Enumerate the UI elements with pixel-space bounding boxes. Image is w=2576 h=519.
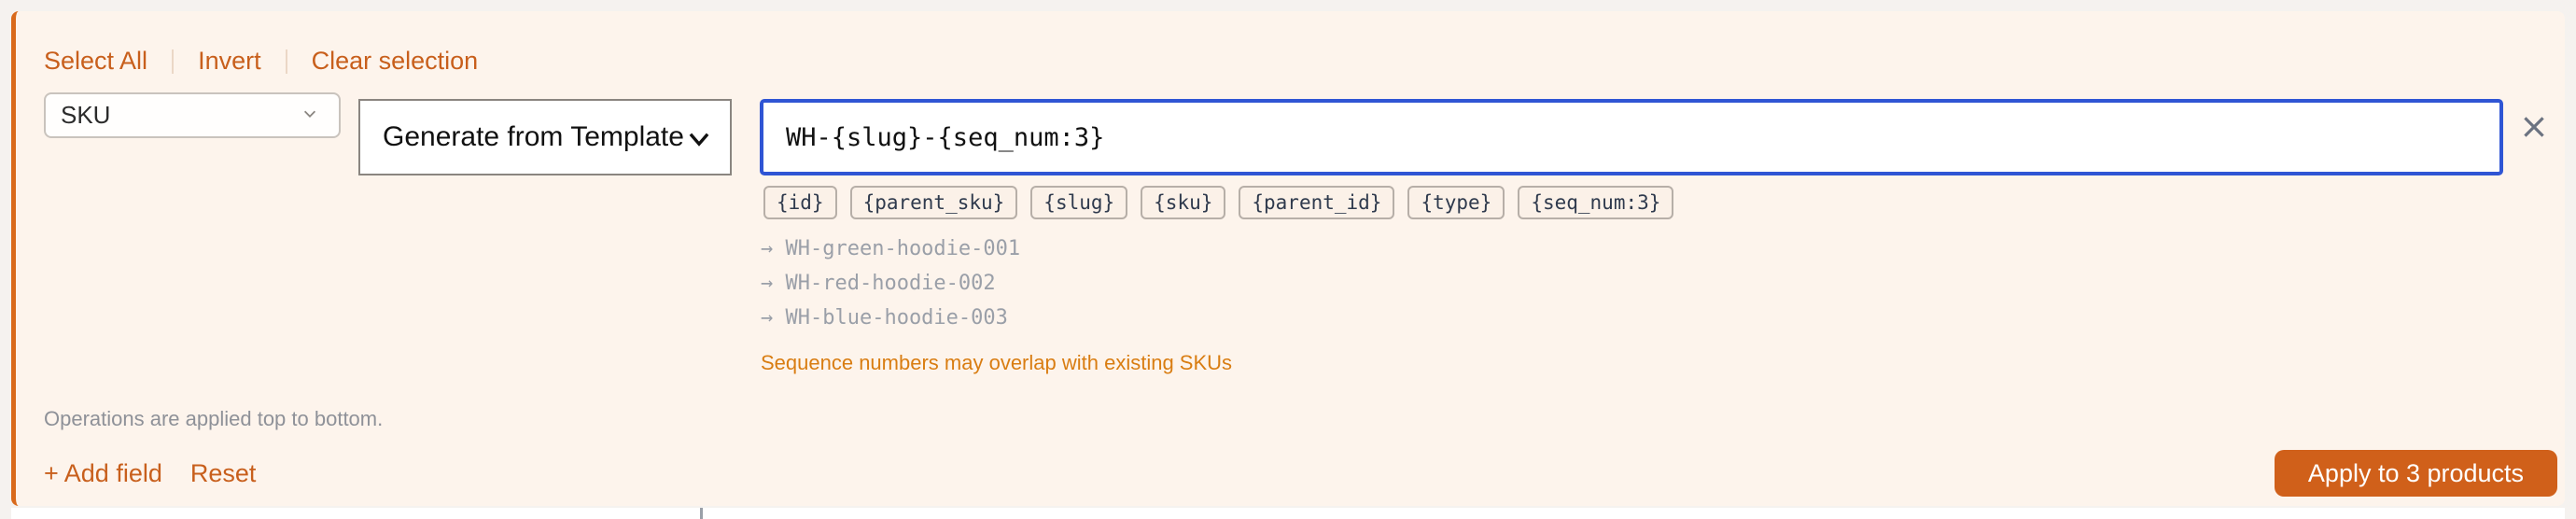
invert-link[interactable]: Invert <box>198 47 261 76</box>
select-all-link[interactable]: Select All <box>44 47 147 76</box>
column-divider <box>700 508 703 519</box>
preview-item: → WH-blue-hoodie-003 <box>761 306 1008 330</box>
chevron-down-icon <box>689 133 709 147</box>
token-chip-seq-num[interactable]: {seq_num:3} <box>1518 186 1674 219</box>
mode-select[interactable]: Generate from Template <box>358 99 732 175</box>
token-chip-sku[interactable]: {sku} <box>1141 186 1226 219</box>
close-icon[interactable] <box>2519 112 2549 142</box>
token-chip-type[interactable]: {type} <box>1407 186 1505 219</box>
template-input-value: WH-{slug}-{seq_num:3} <box>786 122 1105 152</box>
field-select-value: SKU <box>61 101 111 129</box>
token-chip-slug[interactable]: {slug} <box>1030 186 1128 219</box>
toolbar-divider <box>285 49 287 74</box>
selection-toolbar: Select All Invert Clear selection <box>44 47 478 76</box>
toolbar-divider <box>172 49 175 74</box>
template-input[interactable]: WH-{slug}-{seq_num:3} <box>760 99 2503 175</box>
add-field-button[interactable]: + Add field <box>44 459 162 488</box>
preview-item: → WH-green-hoodie-001 <box>761 237 1021 260</box>
token-chip-parent-id[interactable]: {parent_id} <box>1239 186 1395 219</box>
chevron-down-icon <box>303 110 316 118</box>
product-table-top <box>11 508 2565 519</box>
field-select[interactable]: SKU <box>44 92 341 138</box>
overlap-warning: Sequence numbers may overlap with existi… <box>761 351 1233 374</box>
reset-button[interactable]: Reset <box>190 459 257 488</box>
mode-select-value: Generate from Template <box>383 121 684 152</box>
apply-button[interactable]: Apply to 3 products <box>2275 450 2557 497</box>
operations-note: Operations are applied top to bottom. <box>44 407 384 430</box>
token-chip-parent-sku[interactable]: {parent_sku} <box>849 186 1018 219</box>
preview-list: → WH-green-hoodie-001 → WH-red-hoodie-00… <box>761 235 1020 339</box>
bottom-actions: + Add field Reset <box>44 459 284 488</box>
preview-item: → WH-red-hoodie-002 <box>761 272 996 295</box>
clear-selection-link[interactable]: Clear selection <box>312 47 479 76</box>
token-chip-list: {id} {parent_sku} {slug} {sku} {parent_i… <box>763 186 1687 219</box>
bulk-edit-panel: Select All Invert Clear selection SKU Ge… <box>11 11 2565 506</box>
token-chip-id[interactable]: {id} <box>763 186 837 219</box>
